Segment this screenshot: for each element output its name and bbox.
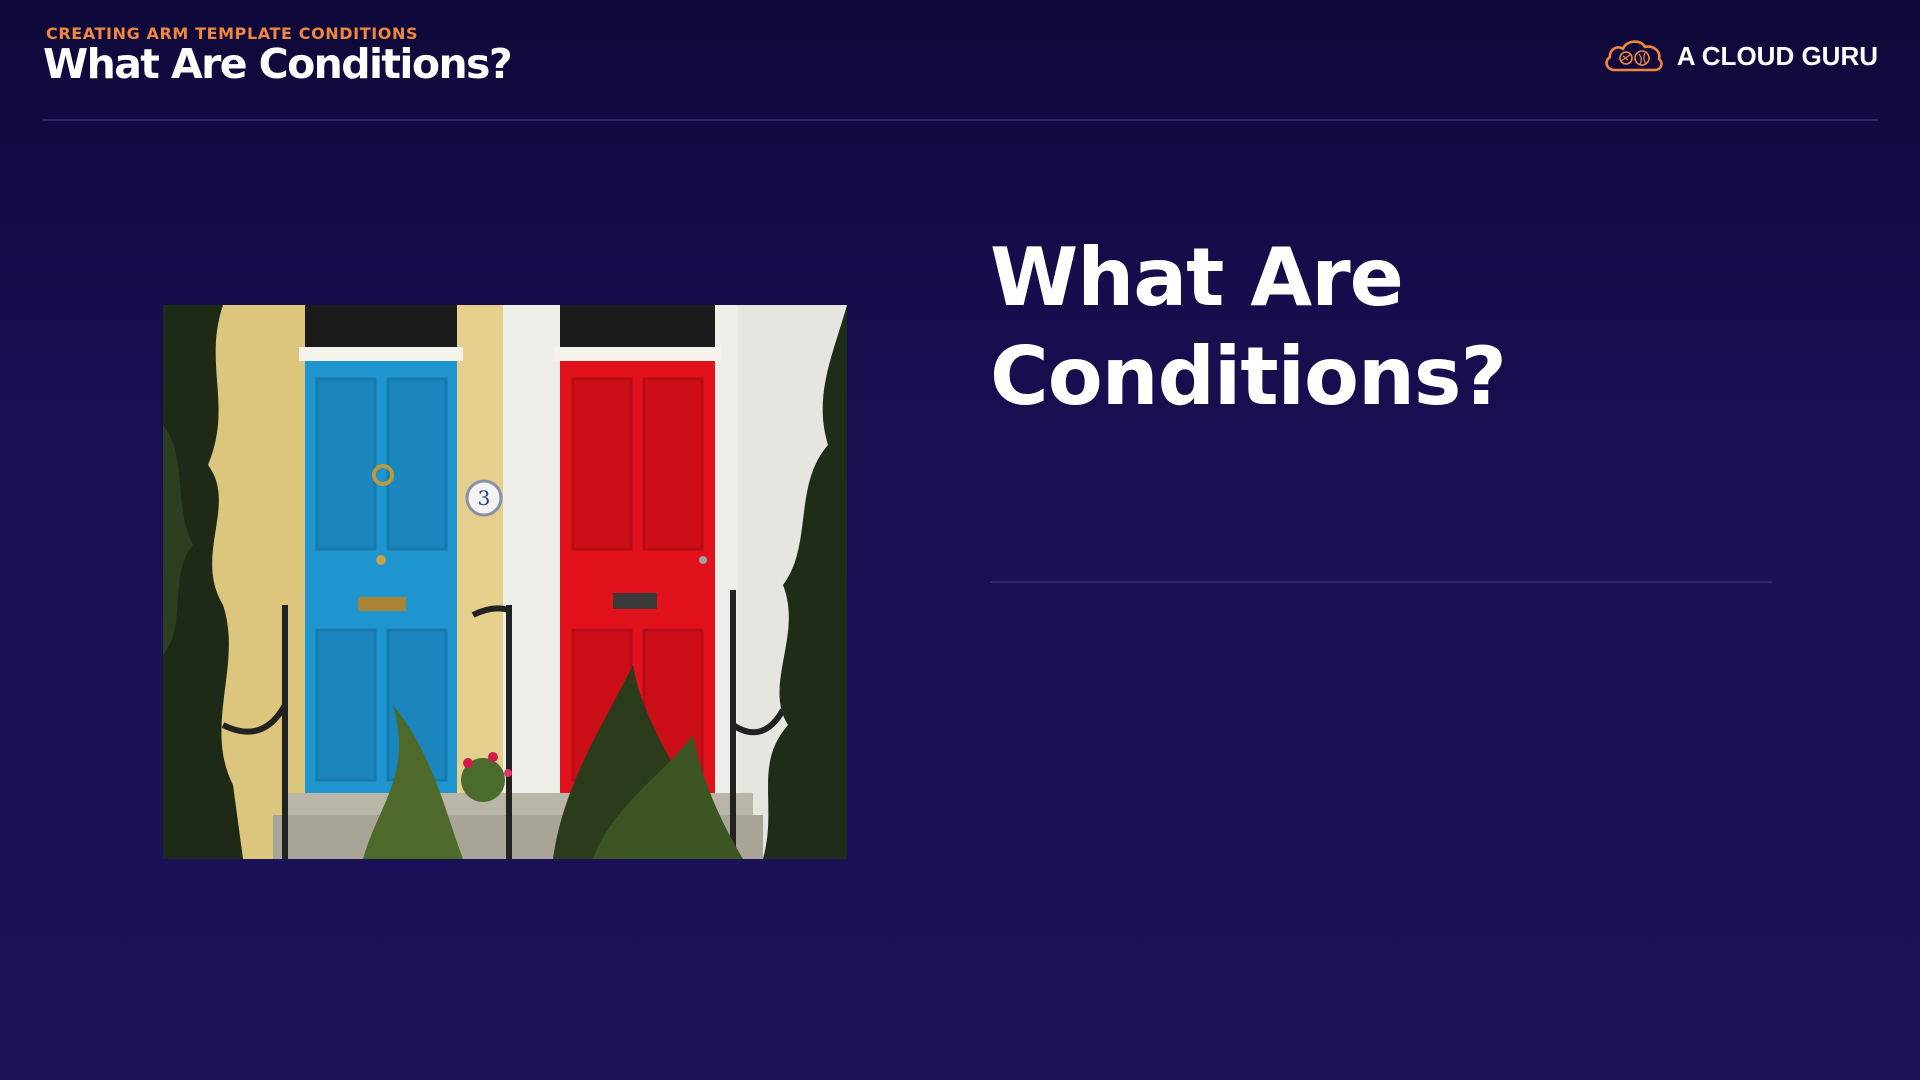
main-heading: What Are Conditions? — [990, 228, 1750, 426]
header-divider — [43, 119, 1878, 121]
content-divider — [990, 581, 1772, 583]
brand-logo: A CLOUD GURU — [1601, 36, 1878, 76]
house-number: 3 — [478, 486, 491, 510]
brand-name: A CLOUD GURU — [1676, 40, 1878, 71]
page-title: What Are Conditions? — [43, 40, 513, 88]
main-heading-line-1: What Are — [990, 231, 1404, 324]
main-heading-line-2: Conditions? — [990, 330, 1507, 423]
doors-illustration: 3 — [163, 305, 847, 859]
doors-photo: 3 — [163, 305, 847, 859]
cloud-icon — [1605, 40, 1663, 72]
